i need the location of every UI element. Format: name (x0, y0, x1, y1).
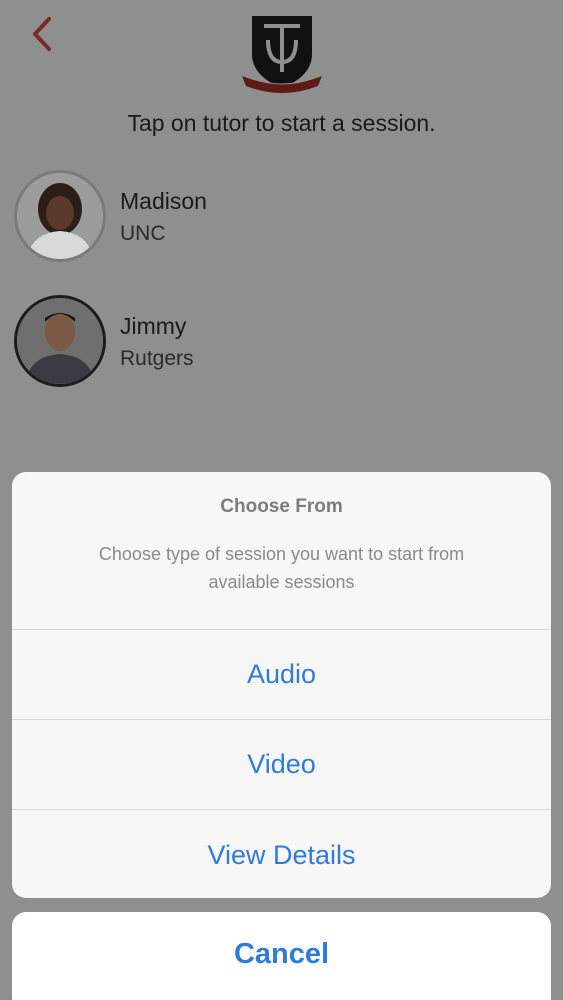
tutor-row-madison[interactable]: Madison UNC (14, 170, 534, 266)
tutor-name: Jimmy (120, 313, 187, 339)
action-sheet-header: Choose From Choose type of session you w… (12, 472, 551, 630)
tutor-name: Madison (120, 188, 207, 214)
avatar (14, 295, 106, 387)
action-sheet-message: Choose type of session you want to start… (98, 544, 465, 592)
tutor-photo (17, 173, 103, 259)
view-details-button[interactable]: View Details (12, 810, 551, 898)
tutor-school: UNC (120, 222, 166, 245)
avatar (14, 170, 106, 262)
tutor-school: Rutgers (120, 347, 194, 370)
tutor-row-jimmy[interactable]: Jimmy Rutgers (14, 295, 534, 391)
cancel-button[interactable]: Cancel (12, 912, 551, 1000)
chevron-left-icon (33, 17, 51, 51)
tutor-photo (17, 298, 103, 384)
video-session-button[interactable]: Video (12, 720, 551, 810)
session-action-sheet: Choose From Choose type of session you w… (12, 472, 551, 898)
app-logo (238, 14, 326, 94)
back-button[interactable] (24, 14, 60, 54)
instruction-text: Tap on tutor to start a session. (127, 110, 436, 136)
audio-session-button[interactable]: Audio (12, 630, 551, 720)
action-sheet-title: Choose From (220, 496, 343, 517)
shield-monogram-icon (242, 16, 322, 93)
